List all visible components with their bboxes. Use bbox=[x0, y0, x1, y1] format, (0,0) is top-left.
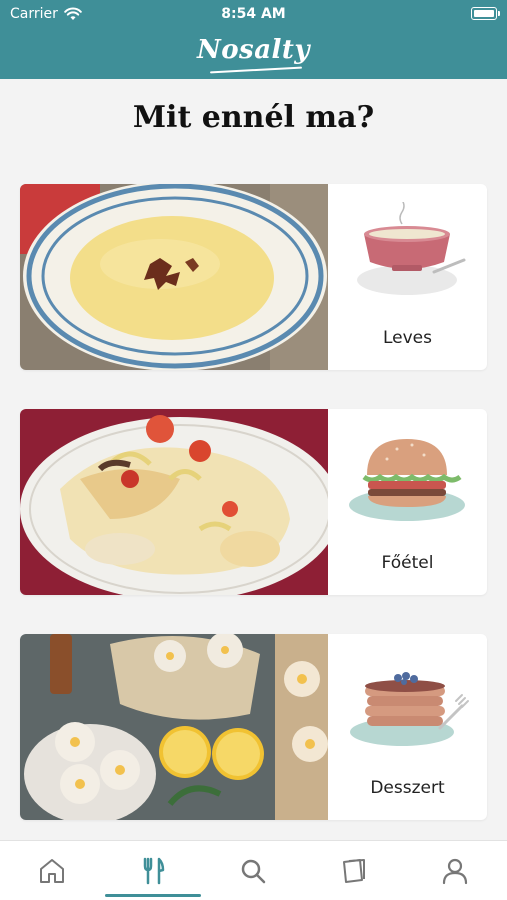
profile-icon bbox=[442, 858, 468, 885]
selected-tab-indicator bbox=[105, 894, 201, 897]
app-logo: Nosalty bbox=[196, 35, 311, 65]
tab-recipes[interactable] bbox=[103, 841, 203, 900]
category-label-soup: Leves bbox=[382, 328, 432, 348]
tab-search[interactable] bbox=[203, 841, 303, 900]
home-icon bbox=[40, 859, 64, 883]
fork-knife-icon bbox=[143, 857, 165, 885]
cards-icon bbox=[343, 859, 365, 883]
category-label-dessert: Desszert bbox=[370, 778, 445, 798]
category-main-course-panel: Főétel bbox=[328, 409, 487, 595]
category-card-soup[interactable]: Leves bbox=[20, 184, 487, 370]
app-header: Carrier 8:54 AM Nosalty bbox=[0, 0, 507, 79]
logo-underline bbox=[210, 66, 302, 74]
pancakes-icon bbox=[350, 672, 469, 746]
category-soup-panel: Leves bbox=[328, 184, 487, 370]
clock: 8:54 AM bbox=[221, 6, 286, 22]
soup-bowl-icon bbox=[357, 202, 466, 295]
soup-photo bbox=[20, 184, 328, 370]
category-dessert-panel: Desszert bbox=[328, 634, 487, 820]
search-icon bbox=[241, 859, 266, 884]
burger-icon bbox=[349, 439, 465, 521]
bottom-tab-bar bbox=[0, 840, 507, 900]
page-title: Mit ennél ma? bbox=[132, 100, 375, 135]
category-label-main-course: Főétel bbox=[381, 553, 434, 573]
battery-icon bbox=[471, 7, 500, 20]
main-course-photo bbox=[20, 409, 328, 595]
tab-profile[interactable] bbox=[405, 841, 505, 900]
category-card-main-course[interactable]: Főétel bbox=[20, 409, 487, 595]
dessert-photo bbox=[20, 634, 328, 820]
tab-collections[interactable] bbox=[304, 841, 404, 900]
category-card-dessert[interactable]: Desszert bbox=[20, 634, 487, 820]
status-bar: Carrier 8:54 AM bbox=[0, 0, 507, 28]
tab-home[interactable] bbox=[2, 841, 102, 900]
